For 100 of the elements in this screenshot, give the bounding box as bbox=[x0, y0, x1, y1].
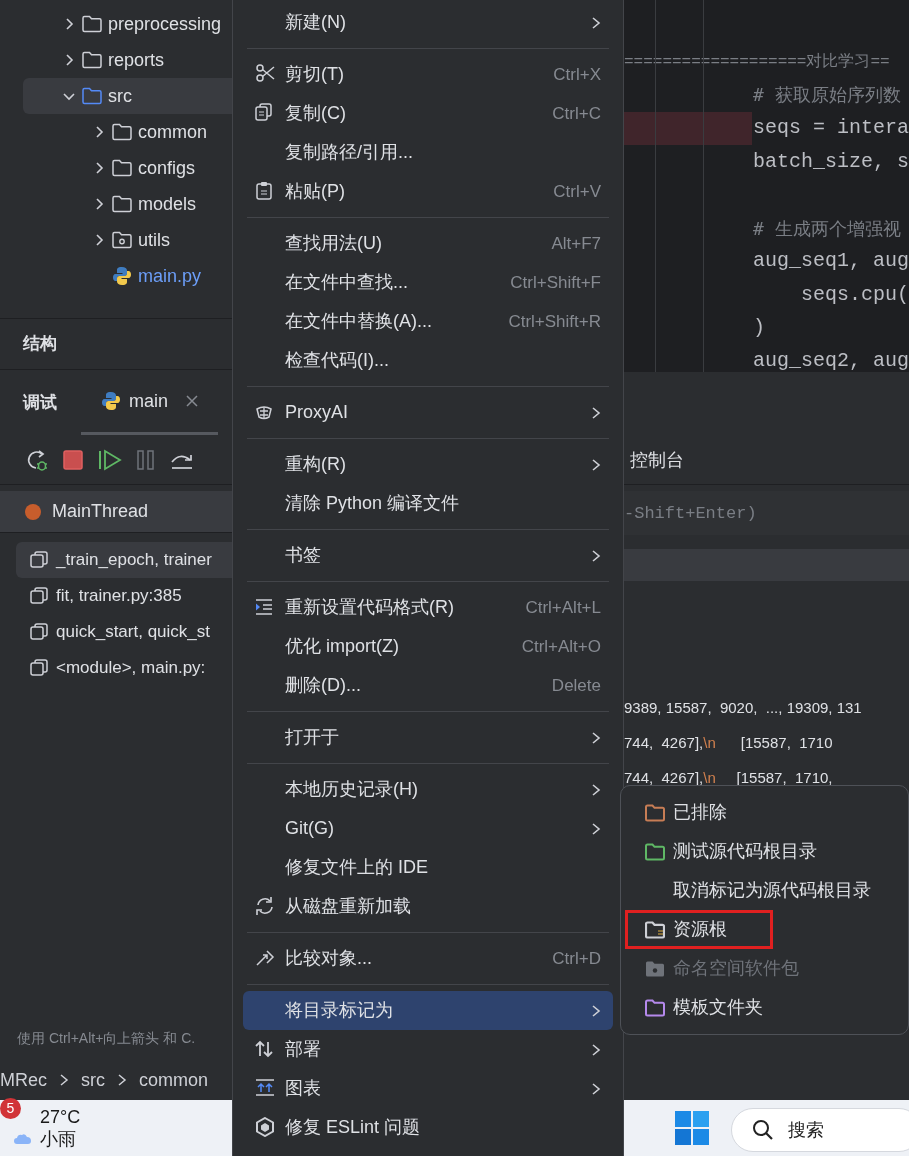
menu-item[interactable]: 比较对象... Ctrl+D bbox=[243, 939, 613, 978]
refresh-icon bbox=[255, 896, 275, 916]
console-output-line: 9389, 15587, 9020, ..., 19309, 131 bbox=[624, 698, 863, 719]
menu-item[interactable]: 打开于 bbox=[243, 718, 613, 757]
menu-item[interactable]: 部署 bbox=[243, 1030, 613, 1069]
chevron-right-icon bbox=[117, 1073, 127, 1087]
stack-frame[interactable]: fit, trainer.py:385 bbox=[0, 578, 232, 614]
console-output-line: 744, 4267],\n [15587, 1710, bbox=[624, 768, 834, 789]
console-output-line: 744, 4267],\n [15587, 1710 bbox=[624, 733, 834, 754]
diagram-icon bbox=[255, 1078, 275, 1098]
tree-item-label[interactable]: reports bbox=[108, 46, 165, 74]
tree-item-label[interactable]: common bbox=[138, 118, 208, 146]
menu-item[interactable]: 复制(C) Ctrl+C bbox=[243, 94, 613, 133]
menu-item[interactable]: 检查代码(I)... bbox=[243, 341, 613, 380]
stop-icon[interactable] bbox=[62, 448, 84, 471]
shortcut-text: Ctrl+Shift+R bbox=[508, 310, 601, 333]
stack-frame[interactable]: quick_start, quick_st bbox=[0, 614, 232, 650]
code-line: aug_seq1, aug bbox=[752, 248, 909, 275]
stack-frame[interactable]: <module>, main.py: bbox=[0, 650, 232, 686]
shortcut-text: Ctrl+C bbox=[552, 102, 601, 125]
console-input[interactable]: -Shift+Enter) bbox=[624, 491, 909, 535]
python-icon bbox=[112, 266, 132, 286]
menu-item[interactable]: 从磁盘重新加载 bbox=[243, 887, 613, 926]
menu-item[interactable]: 在文件中替换(A)... Ctrl+Shift+R bbox=[243, 302, 613, 341]
hexagon-icon bbox=[255, 1117, 275, 1137]
weather-text: 小雨 bbox=[40, 1128, 77, 1151]
code-line: aug_seq2, aug bbox=[752, 348, 909, 375]
menu-item[interactable]: 复制路径/引用... bbox=[243, 133, 613, 172]
tree-item-label[interactable]: utils bbox=[138, 226, 170, 254]
menu-item[interactable]: 粘贴(P) Ctrl+V bbox=[243, 172, 613, 211]
menu-item[interactable]: 优化 import(Z) Ctrl+Alt+O bbox=[243, 627, 613, 666]
search-icon bbox=[752, 1119, 774, 1141]
menu-item[interactable]: ProxyAI bbox=[243, 393, 613, 432]
submenu-item[interactable]: 取消标记为源代码根目录 bbox=[625, 871, 904, 910]
tree-item-label[interactable]: configs bbox=[138, 154, 196, 182]
thread-label: MainThread bbox=[52, 500, 149, 523]
menu-item[interactable]: 图表 bbox=[243, 1069, 613, 1108]
clipboard-icon bbox=[255, 181, 275, 201]
menu-item[interactable]: 修复文件上的 IDE bbox=[243, 848, 613, 887]
shortcut-text: Ctrl+V bbox=[553, 180, 601, 203]
debug-tab[interactable]: main bbox=[81, 370, 218, 435]
tree-item-label[interactable]: models bbox=[138, 190, 197, 218]
menu-item[interactable]: 本地历史记录(H) bbox=[243, 770, 613, 809]
submenu-item[interactable]: 资源根 bbox=[625, 910, 773, 949]
hint-text: 使用 Ctrl+Alt+向上箭头 和 C. bbox=[16, 1028, 197, 1048]
breadcrumb-item[interactable]: common bbox=[139, 1066, 209, 1094]
search-field[interactable]: 搜索 bbox=[731, 1108, 909, 1152]
shortcut-text: Alt+F7 bbox=[551, 232, 601, 255]
shortcut-text: Ctrl+Alt+L bbox=[525, 596, 601, 619]
code-line: seqs.cpu( bbox=[800, 281, 909, 308]
python-icon bbox=[101, 391, 121, 411]
submenu-item[interactable]: 模板文件夹 bbox=[625, 988, 904, 1027]
menu-item[interactable]: 在文件中查找... Ctrl+Shift+F bbox=[243, 263, 613, 302]
shortcut-text: Ctrl+Alt+O bbox=[521, 635, 601, 658]
copy-icon bbox=[255, 103, 275, 123]
code-comment: # 生成两个增强视 bbox=[753, 216, 901, 241]
shortcut-text: Ctrl+Shift+F bbox=[510, 271, 601, 294]
up-down-arrows-icon bbox=[255, 1039, 275, 1059]
menu-item[interactable]: Git(G) bbox=[243, 809, 613, 848]
code-line: batch_size, s bbox=[752, 148, 909, 175]
thread-dot-icon bbox=[24, 502, 42, 521]
notification-badge: 5 bbox=[0, 1098, 21, 1119]
submenu-item[interactable]: 测试源代码根目录 bbox=[625, 832, 904, 871]
windows-start-icon[interactable] bbox=[674, 1110, 710, 1146]
scissors-icon bbox=[255, 64, 275, 84]
menu-item[interactable]: 查找用法(U) Alt+F7 bbox=[243, 224, 613, 263]
menu-item[interactable]: 删除(D)... Delete bbox=[243, 666, 613, 705]
code-comment: ===================对比学习== bbox=[624, 51, 890, 73]
menu-item[interactable]: 新建(N) bbox=[243, 3, 613, 42]
menu-item[interactable]: 清除 Python 编译文件 bbox=[243, 484, 613, 523]
indent-icon bbox=[255, 597, 275, 617]
frame-icon bbox=[30, 587, 48, 605]
frame-icon bbox=[30, 551, 48, 569]
cloud-icon bbox=[14, 1133, 32, 1145]
menu-item[interactable]: 剪切(T) Ctrl+X bbox=[243, 55, 613, 94]
code-comment: # 获取原始序列数 bbox=[753, 83, 901, 108]
menu-item[interactable]: 书签 bbox=[243, 536, 613, 575]
menu-item[interactable]: 重构(R) bbox=[243, 445, 613, 484]
tree-item[interactable]: src bbox=[23, 78, 232, 114]
temperature-text: 27°C bbox=[40, 1105, 81, 1128]
panel-title: 结构 bbox=[0, 318, 232, 370]
code-line: ) bbox=[752, 315, 766, 341]
tree-item-label[interactable]: preprocessing bbox=[108, 10, 222, 38]
breadcrumb-item[interactable]: MRec bbox=[0, 1066, 47, 1094]
chevron-right-icon bbox=[59, 1073, 69, 1087]
stack-frame[interactable]: _train_epoch, trainer bbox=[16, 542, 232, 578]
close-icon[interactable] bbox=[186, 395, 198, 407]
menu-item[interactable]: 重新设置代码格式(R) Ctrl+Alt+L bbox=[243, 588, 613, 627]
tree-item-label[interactable]: main.py bbox=[138, 262, 202, 290]
shortcut-text: Ctrl+X bbox=[553, 63, 601, 86]
menu-item[interactable]: 将目录标记为 bbox=[243, 991, 613, 1030]
panel-title: 调试 bbox=[23, 391, 57, 414]
frame-icon bbox=[30, 659, 48, 677]
resume-icon[interactable] bbox=[98, 448, 122, 471]
shortcut-text: Delete bbox=[551, 674, 601, 697]
menu-item[interactable]: 修复 ESLint 问题 bbox=[243, 1108, 613, 1147]
frame-icon bbox=[30, 623, 48, 641]
submenu-item[interactable]: 已排除 bbox=[625, 793, 904, 832]
shortcut-text: Ctrl+D bbox=[552, 947, 601, 970]
breadcrumb-item[interactable]: src bbox=[81, 1066, 105, 1094]
